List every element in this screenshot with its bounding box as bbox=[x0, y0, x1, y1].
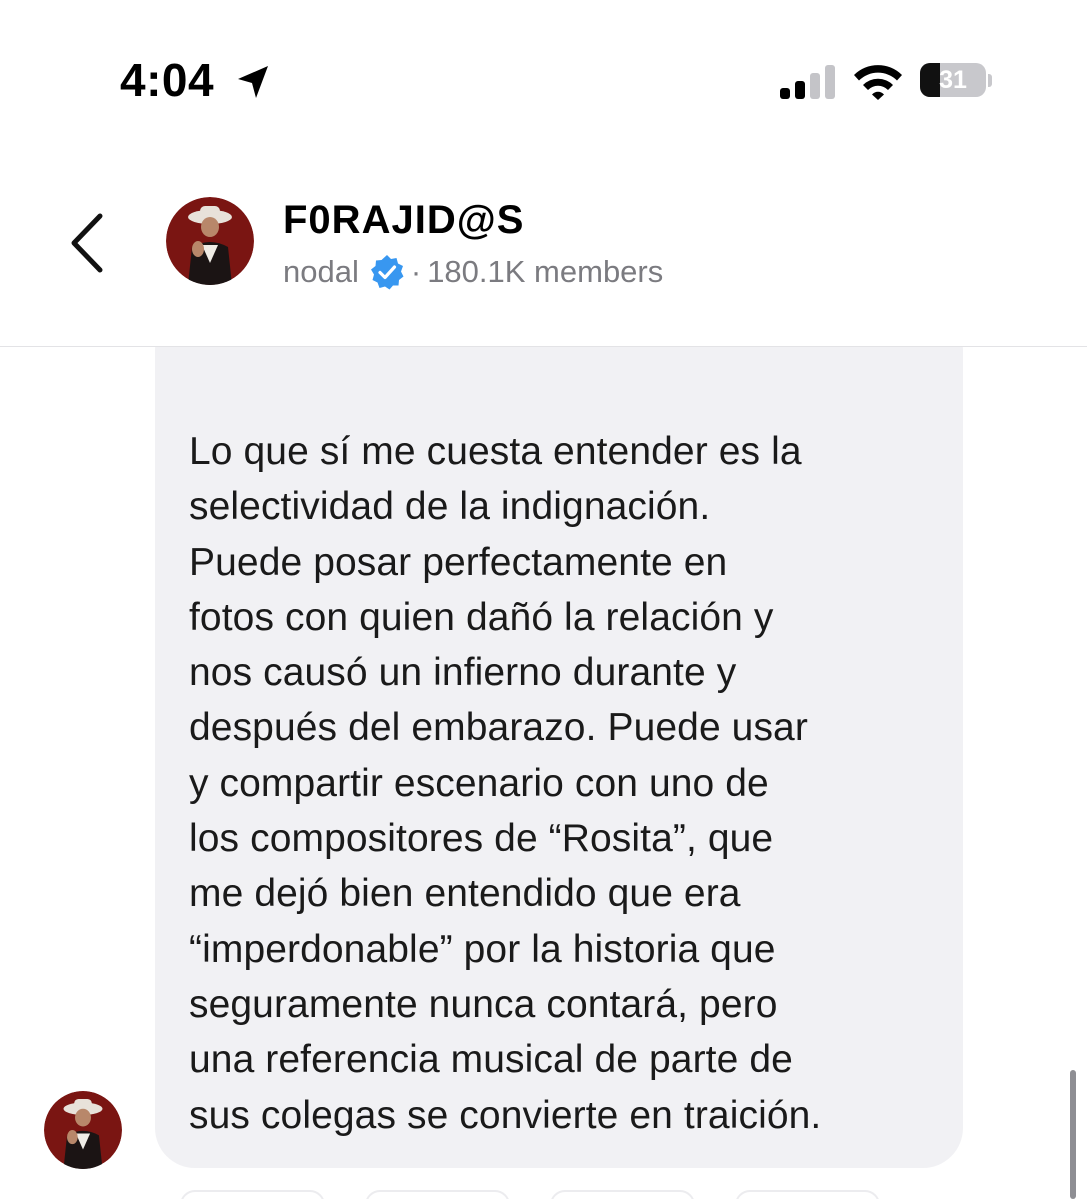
channel-owner[interactable]: nodal bbox=[283, 252, 359, 292]
back-chevron-icon[interactable] bbox=[62, 208, 114, 278]
reaction-pill[interactable] bbox=[365, 1190, 510, 1199]
status-bar: 4:04 31 bbox=[0, 0, 1087, 160]
chat-header: F0RAJID@S nodal · 180.1K members bbox=[0, 160, 1087, 347]
battery-body: 31 bbox=[920, 63, 986, 97]
message-text: Lo que sí me cuesta entender es la selec… bbox=[189, 430, 822, 1137]
message-bubble[interactable]: Lo que sí me cuesta entender es la selec… bbox=[155, 310, 963, 1168]
channel-avatar-image bbox=[166, 197, 254, 285]
channel-subtitle: nodal · 180.1K members bbox=[283, 252, 663, 292]
channel-avatar[interactable] bbox=[166, 197, 254, 285]
sender-avatar-image bbox=[44, 1091, 122, 1169]
reactions-row bbox=[180, 1190, 880, 1199]
battery-icon: 31 bbox=[920, 63, 992, 99]
battery-cap bbox=[988, 74, 992, 87]
member-count: 180.1K members bbox=[427, 254, 664, 289]
channel-name[interactable]: F0RAJID@S bbox=[283, 196, 524, 244]
wifi-icon bbox=[854, 65, 902, 100]
battery-level: 31 bbox=[939, 66, 967, 94]
status-time: 4:04 bbox=[120, 54, 215, 106]
location-arrow-icon bbox=[238, 66, 268, 98]
sender-avatar[interactable] bbox=[44, 1091, 122, 1169]
verified-badge-icon bbox=[370, 255, 404, 290]
reaction-pill[interactable] bbox=[550, 1190, 695, 1199]
reaction-pill[interactable] bbox=[735, 1190, 880, 1199]
reaction-pill[interactable] bbox=[180, 1190, 325, 1199]
subtitle-separator: · bbox=[410, 254, 422, 289]
screen: 4:04 31 Lo que sí me cuesta entender es … bbox=[0, 0, 1087, 1199]
cellular-signal-icon bbox=[780, 65, 835, 99]
scroll-indicator[interactable] bbox=[1070, 1070, 1076, 1199]
